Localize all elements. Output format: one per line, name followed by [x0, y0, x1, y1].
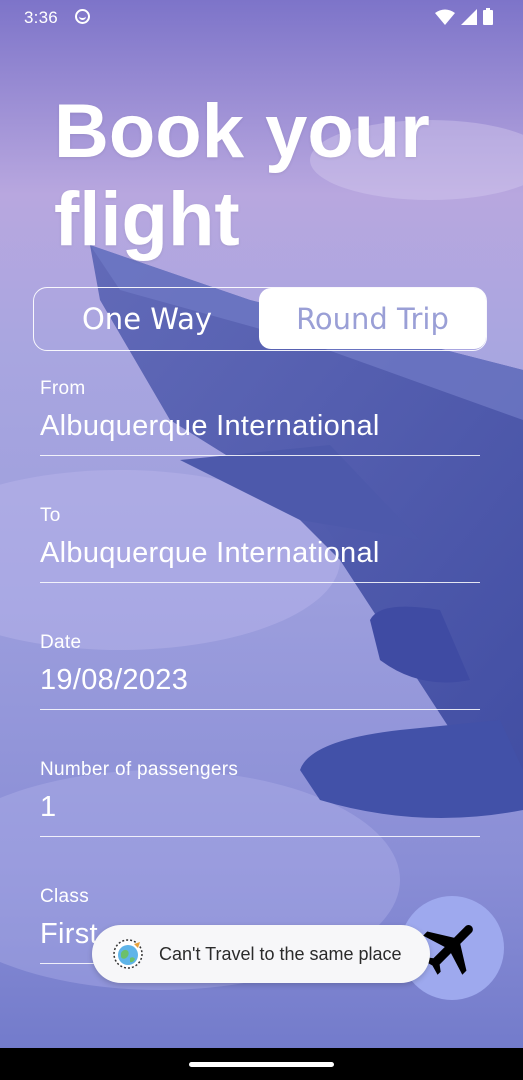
from-input[interactable]: Albuquerque International — [40, 410, 480, 456]
date-input[interactable]: 19/08/2023 — [40, 664, 480, 710]
status-bar: 3:36 — [0, 0, 523, 34]
to-field[interactable]: To Albuquerque International — [40, 505, 480, 583]
from-label: From — [40, 378, 86, 399]
trip-type-toggle: One Way Round Trip — [33, 287, 487, 351]
to-input[interactable]: Albuquerque International — [40, 537, 480, 583]
passengers-input[interactable]: 1 — [40, 791, 480, 837]
date-field[interactable]: Date 19/08/2023 — [40, 632, 480, 710]
date-label: Date — [40, 632, 82, 653]
battery-icon — [483, 8, 493, 25]
to-label: To — [40, 505, 61, 526]
class-label: Class — [40, 886, 90, 907]
navigation-bar — [0, 1048, 523, 1080]
passengers-field[interactable]: Number of passengers 1 — [40, 759, 480, 837]
page-title: Book your flight — [54, 89, 430, 262]
toast-text: Can't Travel to the same place — [159, 943, 402, 964]
signal-icon — [461, 8, 477, 25]
wifi-icon — [435, 9, 455, 25]
round-trip-option[interactable]: Round Trip — [259, 288, 486, 349]
globe-travel-icon — [113, 939, 143, 969]
from-field[interactable]: From Albuquerque International — [40, 378, 480, 456]
status-time: 3:36 — [24, 8, 58, 27]
sync-circle-icon — [75, 9, 90, 24]
passengers-label: Number of passengers — [40, 759, 239, 780]
home-gesture-handle[interactable] — [189, 1062, 334, 1067]
toast-message: Can't Travel to the same place — [92, 925, 430, 983]
one-way-option[interactable]: One Way — [34, 288, 260, 349]
